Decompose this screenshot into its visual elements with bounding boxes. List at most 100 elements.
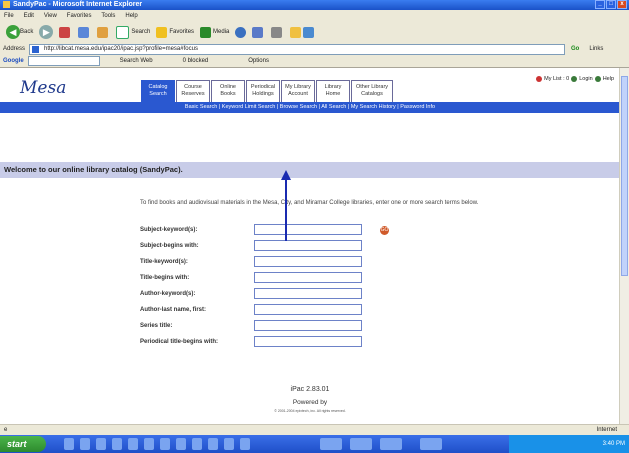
forward-arrow-icon: ▶ [39,25,54,39]
series-title-input[interactable] [254,320,362,331]
favorites-button[interactable]: Favorites [156,26,195,38]
tab-label: My Library [285,84,311,90]
go-search-button[interactable]: GO [380,226,389,235]
quicklaunch-icon[interactable] [176,438,186,450]
tab-other-library-catalogs[interactable]: Other Library Catalogs [351,80,393,102]
favorites-label: Favorites [169,29,195,35]
tab-library-home[interactable]: Library Home [316,80,350,102]
system-tray: 3:40 PM [509,435,629,453]
close-button[interactable]: x [617,0,627,9]
browser-toolbar: ◀ Back ▶ Search Favorites Media [0,21,629,44]
google-search-input[interactable] [27,56,100,66]
forward-button[interactable]: ▶ [39,25,54,39]
history-button[interactable] [235,26,247,38]
top-links: My List : 0 Login Help [536,76,614,82]
window-controls: _ □ x [595,0,627,9]
author-name-input[interactable] [254,304,362,315]
periodical-title-input[interactable] [254,336,362,347]
folder-button[interactable] [290,26,316,38]
quicklaunch-icon[interactable] [112,438,122,450]
home-icon [97,26,109,38]
menu-favorites[interactable]: Favorites [67,13,92,19]
menu-view[interactable]: View [44,13,57,19]
menu-edit[interactable]: Edit [24,13,34,19]
taskbar-window-button[interactable] [420,438,442,450]
taskbar-window-button[interactable] [320,438,342,450]
media-button[interactable]: Media [200,26,229,38]
quicklaunch-icon[interactable] [80,438,90,450]
tab-online-books[interactable]: Online Books [211,80,245,102]
quicklaunch-icon[interactable] [64,438,74,450]
field-label: Subject-keyword(s): [140,227,198,233]
subject-keyword-input[interactable] [254,224,362,235]
search-row: Subject-keyword(s): GO [140,222,400,238]
search-form: Subject-keyword(s): GO Subject-begins wit… [140,222,400,350]
google-logo: Google [3,58,24,64]
search-button[interactable]: Search [116,25,150,39]
menu-tools[interactable]: Tools [101,13,115,19]
back-button[interactable]: ◀ Back [6,25,33,39]
main-tabs: Catalog Search Course Reserves Online Books… [141,80,394,102]
vertical-scrollbar[interactable] [619,68,629,424]
help-icon [594,76,601,82]
tab-catalog-search[interactable]: Catalog Search [141,80,175,102]
quicklaunch-icon[interactable] [144,438,154,450]
quicklaunch-icon[interactable] [160,438,170,450]
search-nav-bar[interactable]: Basic Search | Keyword Limit Search | Br… [0,102,620,113]
tab-label: Holdings [252,90,274,97]
links-label[interactable]: Links [589,46,603,52]
tab-course-reserves[interactable]: Course Reserves [176,80,210,102]
folder-icon [290,26,302,38]
maximize-button[interactable]: □ [606,0,616,9]
print-button[interactable] [271,26,284,38]
tab-label: Other Library [355,84,389,90]
quicklaunch-icon[interactable] [96,438,106,450]
search-row: Title-keyword(s): [140,254,400,270]
address-input[interactable]: http://libcat.mesa.edu/ipac20/ipac.jsp?p… [29,43,566,55]
tab-label: Catalogs [361,90,383,97]
refresh-button[interactable] [78,26,91,38]
search-row: Periodical title-begins with: [140,334,400,350]
stop-button[interactable] [59,26,72,38]
tab-my-library-account[interactable]: My Library Account [281,80,315,102]
minimize-button[interactable]: _ [595,0,605,9]
title-begins-input[interactable] [254,272,362,283]
search-web-button[interactable]: Search Web [120,58,153,64]
subject-begins-input[interactable] [254,240,362,251]
search-row: Author-last name, first: [140,302,400,318]
taskbar-window-button[interactable] [380,438,402,450]
menu-help[interactable]: Help [125,13,137,19]
tab-label: Course [184,84,202,90]
quicklaunch-icon[interactable] [128,438,138,450]
window-title: SandyPac - Microsoft Internet Explorer [13,1,143,8]
author-keyword-input[interactable] [254,288,362,299]
start-button[interactable]: start [0,436,46,452]
tab-periodical-holdings[interactable]: Periodical Holdings [246,80,280,102]
ipac-version: iPac 2.83.01 [290,386,330,393]
field-label: Author-last name, first: [140,307,207,313]
field-label: Title-begins with: [140,275,190,281]
menu-file[interactable]: File [4,13,14,19]
quicklaunch-icon[interactable] [192,438,202,450]
quicklaunch-icon[interactable] [240,438,250,450]
mail-icon [252,26,264,38]
messenger-icon [303,26,315,38]
popups-blocked[interactable]: 0 blocked [183,58,209,64]
mail-button[interactable] [252,26,265,38]
taskbar-window-button[interactable] [350,438,372,450]
quicklaunch-icon[interactable] [208,438,218,450]
clock[interactable]: 3:40 PM [603,441,625,447]
powered-by: Powered by [292,399,328,406]
refresh-icon [78,26,90,38]
title-keyword-input[interactable] [254,256,362,267]
my-list-link[interactable]: My List : 0 [544,76,569,82]
go-button[interactable]: Go [571,46,579,52]
login-link[interactable]: Login [579,76,592,82]
quicklaunch-icon[interactable] [224,438,234,450]
home-button[interactable] [97,26,110,38]
tab-label: Books [220,90,236,97]
mesa-logo[interactable]: Mesa [20,78,66,98]
google-options-button[interactable]: Options [248,58,269,64]
help-link[interactable]: Help [603,76,614,82]
scrollbar-thumb[interactable] [621,76,628,276]
